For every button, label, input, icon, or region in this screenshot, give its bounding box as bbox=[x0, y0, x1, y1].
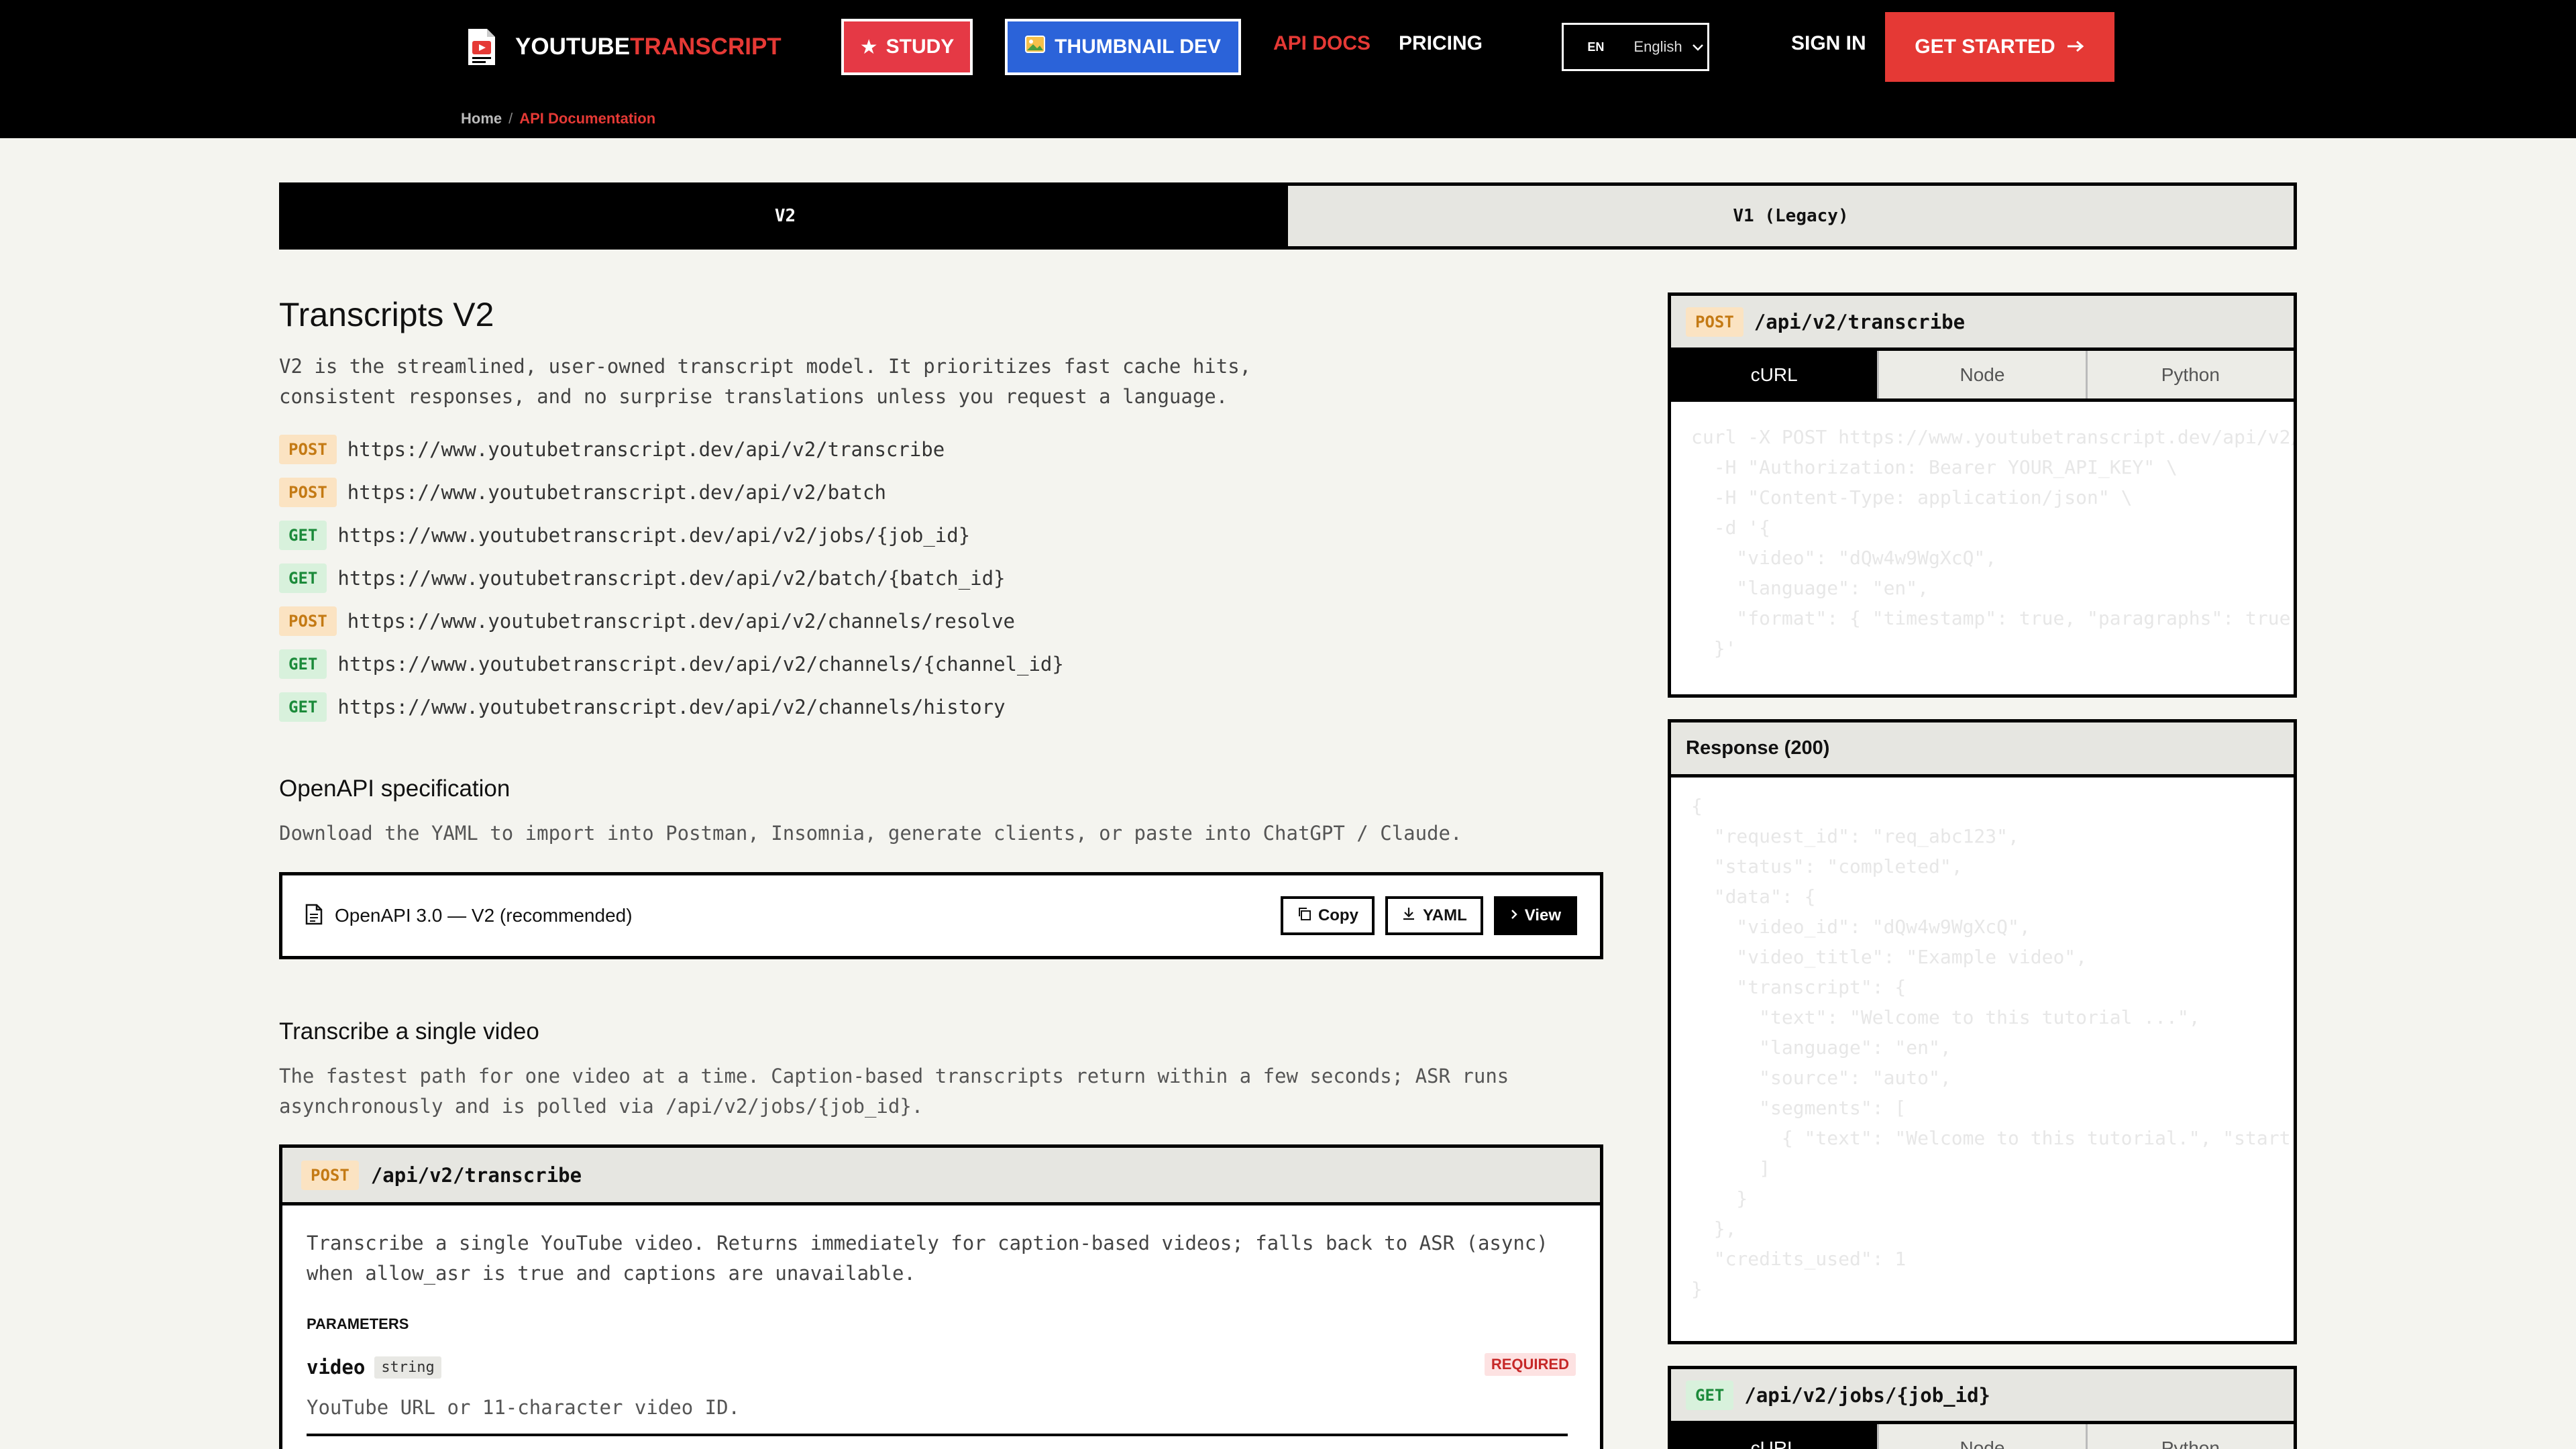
code-language-tabs: cURL Node Python bbox=[1671, 1424, 2294, 1449]
intro-text: V2 is the streamlined, user-owned transc… bbox=[279, 355, 1252, 408]
request-path: /api/v2/transcribe bbox=[1754, 310, 1966, 333]
language-select[interactable]: EN English bbox=[1562, 23, 1709, 71]
tab-python[interactable]: Python bbox=[2085, 1424, 2294, 1449]
endpoint-url[interactable]: https://www.youtubetranscript.dev/api/v2… bbox=[347, 438, 945, 461]
request-example-panel: POST /api/v2/transcribe cURL Node Python… bbox=[1668, 292, 2297, 698]
endpoint-row: POST https://www.youtubetranscript.dev/ap… bbox=[279, 600, 1064, 643]
single-video-description: The fastest path for one video at a time… bbox=[279, 1065, 1509, 1118]
study-button[interactable]: ★ STUDY bbox=[841, 19, 973, 75]
param-description: YouTube URL or 11-character video ID. bbox=[307, 1396, 741, 1419]
page-title: Transcripts V2 bbox=[279, 296, 494, 333]
divider bbox=[307, 1434, 1568, 1436]
endpoint-row: GET https://www.youtubetranscript.dev/api… bbox=[279, 557, 1064, 600]
breadcrumb: Home / API Documentation bbox=[461, 110, 655, 127]
nav-pricing[interactable]: PRICING bbox=[1399, 32, 1483, 55]
endpoint-url[interactable]: https://www.youtubetranscript.dev/api/v2… bbox=[337, 567, 1005, 590]
endpoint-list: POST https://www.youtubetranscript.dev/ap… bbox=[279, 428, 1064, 729]
tab-python[interactable]: Python bbox=[2085, 351, 2294, 398]
breadcrumb-home[interactable]: Home bbox=[461, 110, 502, 127]
openapi-heading: OpenAPI specification bbox=[279, 775, 511, 802]
nav-api-docs[interactable]: API DOCS bbox=[1273, 32, 1371, 55]
job-example-panel: GET /api/v2/jobs/{job_id} cURL Node Pyth… bbox=[1668, 1366, 2297, 1449]
endpoint-path: /api/v2/transcribe bbox=[370, 1163, 582, 1187]
method-badge: GET bbox=[1686, 1380, 1734, 1410]
copy-icon bbox=[1297, 906, 1311, 926]
endpoint-description: Transcribe a single YouTube video. Retur… bbox=[307, 1232, 1548, 1285]
method-badge: POST bbox=[279, 606, 337, 636]
endpoint-url[interactable]: https://www.youtubetranscript.dev/api/v2… bbox=[347, 610, 1015, 633]
method-badge: GET bbox=[279, 564, 327, 593]
openapi-spec-card: OpenAPI 3.0 — V2 (recommended) Copy YAML… bbox=[279, 872, 1603, 959]
method-badge: GET bbox=[279, 649, 327, 679]
job-path: /api/v2/jobs/{job_id} bbox=[1744, 1383, 1991, 1407]
tab-node[interactable]: Node bbox=[1877, 351, 2086, 398]
get-started-button[interactable]: GET STARTED bbox=[1885, 12, 2114, 82]
document-icon bbox=[305, 904, 323, 928]
version-tabs: V2 V1 (Legacy) bbox=[279, 182, 2297, 250]
tab-curl[interactable]: cURL bbox=[1671, 351, 1878, 398]
logo-text: YOUTUBETRANSCRIPT bbox=[515, 34, 782, 60]
copy-spec-button[interactable]: Copy bbox=[1280, 896, 1375, 935]
request-panel-header: POST /api/v2/transcribe bbox=[1671, 296, 2294, 351]
endpoint-card-header: POST /api/v2/transcribe bbox=[282, 1148, 1600, 1205]
tab-node[interactable]: Node bbox=[1877, 1424, 2086, 1449]
image-icon bbox=[1025, 36, 1046, 58]
tab-v2[interactable]: V2 bbox=[282, 186, 1288, 246]
endpoint-url[interactable]: https://www.youtubetranscript.dev/api/v2… bbox=[337, 696, 1005, 718]
chevron-right-icon bbox=[1510, 906, 1518, 925]
chevron-down-icon bbox=[1692, 38, 1704, 56]
endpoint-row: GET https://www.youtubetranscript.dev/api… bbox=[279, 643, 1064, 686]
sign-in-link[interactable]: SIGN IN bbox=[1791, 32, 1866, 55]
method-badge: GET bbox=[279, 692, 327, 722]
response-title: Response (200) bbox=[1686, 737, 1830, 759]
tab-curl[interactable]: cURL bbox=[1671, 1424, 1878, 1449]
download-yaml-button[interactable]: YAML bbox=[1385, 896, 1483, 935]
required-badge: REQUIRED bbox=[1484, 1353, 1576, 1376]
arrow-right-icon bbox=[2066, 36, 2085, 58]
download-icon bbox=[1401, 906, 1416, 926]
document-play-icon bbox=[466, 28, 498, 66]
endpoint-url[interactable]: https://www.youtubetranscript.dev/api/v2… bbox=[337, 524, 970, 547]
logo[interactable]: YOUTUBETRANSCRIPT bbox=[466, 28, 782, 66]
breadcrumb-current: API Documentation bbox=[519, 110, 656, 127]
parameters-label: PARAMETERS bbox=[307, 1316, 409, 1332]
response-panel-header: Response (200) bbox=[1671, 722, 2294, 777]
tab-v1-legacy[interactable]: V1 (Legacy) bbox=[1288, 186, 2294, 246]
response-sample[interactable]: { "request_id": "req_abc123", "status": … bbox=[1671, 777, 2294, 1324]
breadcrumb-separator: / bbox=[508, 110, 513, 127]
method-badge: POST bbox=[279, 478, 337, 507]
code-sample[interactable]: curl -X POST https://www.youtubetranscri… bbox=[1671, 402, 2294, 684]
top-nav: YOUTUBETRANSCRIPT ★ STUDY THUMBNAIL DEV … bbox=[0, 0, 2576, 138]
param-type: string bbox=[374, 1356, 441, 1379]
method-badge: POST bbox=[1686, 307, 1743, 337]
thumbnail-dev-button[interactable]: THUMBNAIL DEV bbox=[1005, 19, 1241, 75]
endpoint-url[interactable]: https://www.youtubetranscript.dev/api/v2… bbox=[347, 481, 886, 504]
response-panel: Response (200) { "request_id": "req_abc1… bbox=[1668, 719, 2297, 1344]
method-badge: POST bbox=[301, 1160, 359, 1190]
method-badge: GET bbox=[279, 521, 327, 550]
code-language-tabs: cURL Node Python bbox=[1671, 351, 2294, 402]
endpoint-url[interactable]: https://www.youtubetranscript.dev/api/v2… bbox=[337, 653, 1064, 676]
param-name: video string bbox=[307, 1356, 441, 1379]
star-icon: ★ bbox=[859, 36, 878, 58]
view-spec-button[interactable]: View bbox=[1493, 896, 1577, 935]
method-badge: POST bbox=[279, 435, 337, 464]
endpoint-row: POST https://www.youtubetranscript.dev/ap… bbox=[279, 471, 1064, 514]
endpoint-row: GET https://www.youtubetranscript.dev/api… bbox=[279, 686, 1064, 729]
spec-title: OpenAPI 3.0 — V2 (recommended) bbox=[335, 905, 633, 926]
endpoint-row: POST https://www.youtubetranscript.dev/ap… bbox=[279, 428, 1064, 471]
endpoint-row: GET https://www.youtubetranscript.dev/api… bbox=[279, 514, 1064, 557]
openapi-description: Download the YAML to import into Postman… bbox=[279, 822, 1462, 845]
single-video-heading: Transcribe a single video bbox=[279, 1018, 539, 1044]
endpoint-card-transcribe: POST /api/v2/transcribe Transcribe a sin… bbox=[279, 1144, 1603, 1449]
job-panel-header: GET /api/v2/jobs/{job_id} bbox=[1671, 1369, 2294, 1424]
